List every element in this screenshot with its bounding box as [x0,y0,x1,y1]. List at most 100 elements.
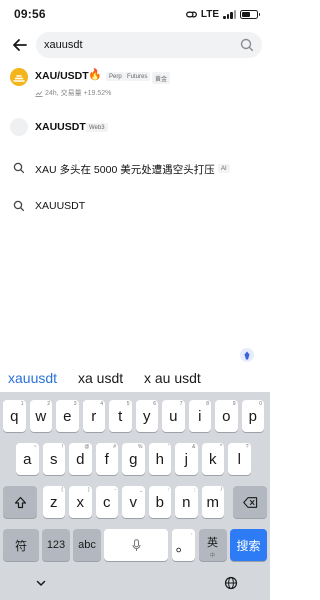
globe-icon[interactable] [224,576,238,590]
key-label: 英 [207,537,218,549]
key-s[interactable]: ! s [42,443,65,475]
key-label: o [222,407,231,425]
arrow-left-icon[interactable] [10,35,30,55]
search-icon[interactable] [240,38,254,52]
abc-key[interactable]: abc [73,529,101,561]
key-label: z [50,493,58,511]
key-z[interactable]: (z [42,486,65,518]
key-hint: - [114,487,116,493]
microphone-icon [132,538,140,551]
key-hint: ; [194,487,196,493]
key-hint: / [220,487,222,493]
key-t[interactable]: 5t [109,400,132,432]
key-m[interactable]: / m [201,486,224,518]
key-hint: ( [61,487,63,493]
key-hint: 3 [73,401,77,407]
key-e[interactable]: 3e [56,400,79,432]
tag-perp: Perp [106,72,125,81]
key-a[interactable]: ~ a [16,443,39,475]
key-u[interactable]: 7u [162,400,185,432]
delete-key[interactable] [233,486,267,518]
key-c[interactable]: -c [95,486,118,518]
number-key[interactable]: 123 [42,529,70,561]
key-v[interactable]: _ v [122,486,145,518]
key-label: p [248,407,257,425]
key-hint: _ [139,487,143,493]
key-j[interactable]: & j [175,443,198,475]
key-label: g [129,450,138,468]
shift-key[interactable] [3,486,37,518]
key-l[interactable]: ? l [228,443,251,475]
key-x[interactable]: ) x [69,486,92,518]
key-hint: % [138,444,143,450]
key-label: 。 [175,537,191,555]
key-g[interactable]: % g [122,443,145,475]
key-label: y [143,407,151,425]
suggestion-1[interactable]: xauusdt [8,370,57,386]
key-label: j [184,450,188,468]
result-xauusdt-web3[interactable]: XAUUSDT Web3 [0,116,270,138]
result-history-query[interactable]: XAUUSDT [0,196,270,216]
result-subline: 24h, 交易量 +19.52% [35,88,111,98]
key-q[interactable]: 1q [3,400,26,432]
space-key[interactable] [104,529,168,561]
tag-web3: Web3 [86,123,108,132]
key-p[interactable]: 0p [241,400,264,432]
suggestion-3[interactable]: x au usdt [144,370,201,386]
key-b[interactable]: :b [148,486,171,518]
key-k[interactable]: * k [201,443,224,475]
symbol-key[interactable]: 符 [3,529,39,561]
key-y[interactable]: 6y [135,400,158,432]
key-hint: # [113,444,116,450]
result-xau-usdt-perp[interactable]: XAU/USDT 🔥 Perp Futures 黄金 24h, 交易量 +19.… [0,64,270,100]
key-hint: , [191,530,193,536]
key-h[interactable]: ' h [148,443,171,475]
search-box[interactable] [36,32,262,58]
key-label: r [91,407,97,425]
key-o[interactable]: 9o [215,400,238,432]
key-label: w [35,407,47,425]
signal-icon [223,9,236,19]
key-d[interactable]: @ d [69,443,92,475]
tag-futures: Futures [124,72,151,81]
xau-coin-icon [10,68,28,86]
ime-suggestion-bar: xauusdt xa usdt x au usdt [0,367,270,391]
key-label: s [50,450,58,468]
key-hint: 7 [179,401,183,407]
key-r[interactable]: 4r [82,400,105,432]
chevron-down-icon[interactable] [34,576,48,590]
result-news-query[interactable]: XAU 多头在 5000 美元处遭遇空头打压 AI [0,158,270,178]
keyboard-bottom-bar [0,570,270,600]
key-label: e [63,407,72,425]
key-label: m [206,493,220,511]
language-switch-key[interactable]: 英 中 [198,529,227,561]
key-hint: 1 [20,401,24,407]
token-placeholder-icon [10,118,28,136]
key-hint: 2 [47,401,50,407]
key-label: x [76,493,85,511]
key-hint: * [220,444,222,450]
punct-key[interactable]: ,。 [172,529,195,561]
key-f[interactable]: # f [95,443,118,475]
search-key[interactable]: 搜索 [230,529,267,561]
keyboard: 1q 2w 3e 4r 5t 6y 7u 8i 9o 0p ~ a ! s @ d #… [0,392,270,570]
key-w[interactable]: 2w [29,400,52,432]
key-hint: ? [245,444,249,450]
result-query-text: XAUUSDT [35,200,86,212]
key-label: t [118,407,123,425]
key-hint: ' [168,444,169,450]
key-label: i [198,407,202,425]
backspace-icon [242,496,257,508]
search-input[interactable] [44,39,234,51]
assistant-icon[interactable] [240,348,254,362]
status-icons: LTE [185,9,260,20]
key-n[interactable]: ; n [175,486,198,518]
key-sub-label: 中 [209,553,215,559]
trend-icon [35,90,43,97]
key-label: d [76,450,85,468]
key-i[interactable]: 8i [188,400,211,432]
key-hint: 4 [100,401,103,407]
suggestion-2[interactable]: xa usdt [78,370,123,386]
key-hint: 9 [232,401,236,407]
search-icon [13,200,25,212]
